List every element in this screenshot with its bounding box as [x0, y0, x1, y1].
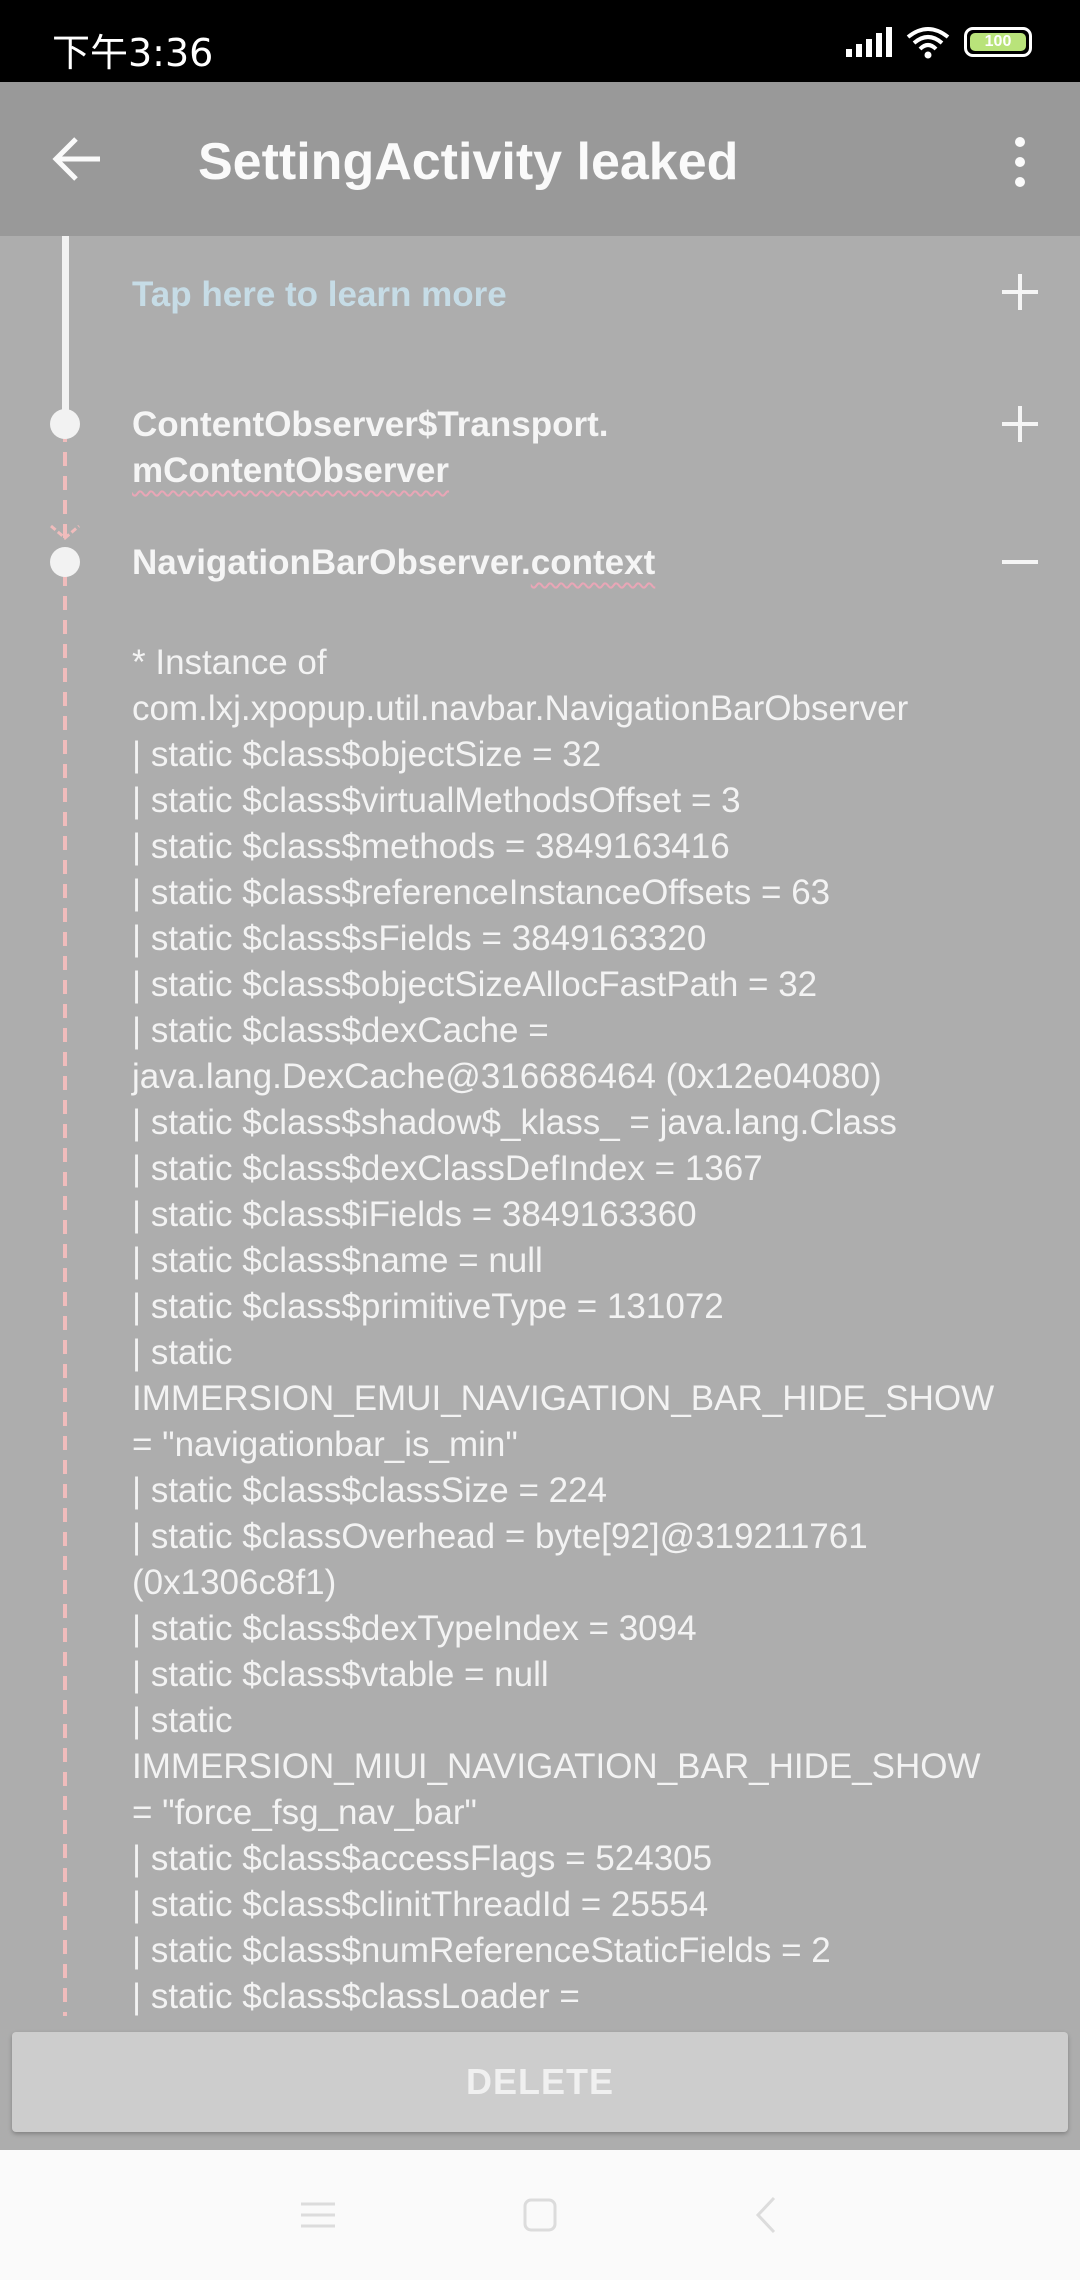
battery-icon: 100	[964, 27, 1032, 57]
signal-icon	[846, 27, 892, 57]
detail-line: IMMERSION_MIUI_NAVIGATION_BAR_HIDE_SHOW	[132, 1747, 981, 1786]
status-time: 下午3:36	[52, 31, 214, 75]
status-bar: 下午3:36 100	[0, 0, 1080, 82]
trace-node-field: mContentObserver	[132, 451, 450, 490]
trace-node-field: context	[530, 543, 656, 582]
detail-line: java.lang.DexCache@316686464 (0x12e04080…	[132, 1057, 882, 1096]
collapse-minus-icon[interactable]	[998, 540, 1042, 584]
system-nav-bar	[0, 2150, 1080, 2280]
status-icons: 100	[846, 24, 1032, 60]
detail-line: | static $class$virtualMethodsOffset = 3	[132, 781, 741, 820]
detail-line: | static $class$name = null	[132, 1241, 543, 1280]
more-options-icon[interactable]	[1000, 132, 1040, 192]
detail-line: | static	[132, 1701, 233, 1740]
detail-line: | static $class$referenceInstanceOffsets…	[132, 873, 831, 912]
detail-line: = "force_fsg_nav_bar"	[132, 1793, 477, 1832]
detail-line: | static $class$primitiveType = 131072	[132, 1287, 724, 1326]
detail-line: | static $class$clinitThreadId = 25554	[132, 1885, 709, 1924]
detail-line: | static $class$numReferenceStaticFields…	[132, 1931, 831, 1970]
expand-plus-icon[interactable]	[998, 270, 1042, 314]
detail-line: (0x1306c8f1)	[132, 1563, 337, 1602]
page-title: SettingActivity leaked	[198, 133, 739, 191]
menu-icon[interactable]	[293, 2190, 343, 2240]
chevron-down-icon	[50, 524, 80, 540]
detail-line: | static $class$classSize = 224	[132, 1471, 608, 1510]
detail-line: = "navigationbar_is_min"	[132, 1425, 518, 1464]
detail-line: | static $class$classLoader =	[132, 1977, 580, 2016]
detail-line: | static $class$objectSize = 32	[132, 735, 602, 774]
detail-line: | static $class$methods = 3849163416	[132, 827, 730, 866]
detail-line: | static $class$sFields = 3849163320	[132, 919, 707, 958]
instance-details: * Instance of com.lxj.xpopup.util.navbar.…	[132, 640, 1032, 2016]
battery-level: 100	[970, 33, 1026, 51]
back-icon[interactable]	[742, 2190, 792, 2240]
detail-line: | static $class$accessFlags = 524305	[132, 1839, 713, 1878]
delete-button[interactable]: DELETE	[12, 2032, 1068, 2132]
detail-line: | static $class$dexCache =	[132, 1011, 549, 1050]
timeline-line	[62, 236, 69, 424]
wifi-icon	[906, 27, 950, 59]
app-bar: SettingActivity leaked	[0, 82, 1080, 236]
detail-line: com.lxj.xpopup.util.navbar.NavigationBar…	[132, 689, 909, 728]
trace-node-content-observer[interactable]: ContentObserver$Transport. mContentObser…	[132, 402, 609, 494]
leak-trace[interactable]: Tap here to learn more ContentObserver$T…	[0, 236, 1080, 2016]
detail-line: | static $class$iFields = 3849163360	[132, 1195, 697, 1234]
timeline-node	[50, 547, 80, 577]
detail-line: | static $class$dexClassDefIndex = 1367	[132, 1149, 763, 1188]
detail-line: | static	[132, 1333, 233, 1372]
detail-line: * Instance of	[132, 643, 327, 682]
detail-line: IMMERSION_EMUI_NAVIGATION_BAR_HIDE_SHOW	[132, 1379, 995, 1418]
detail-line: | static $classOverhead = byte[92]@31921…	[132, 1517, 868, 1556]
back-arrow-icon[interactable]	[44, 124, 114, 194]
detail-line: | static $class$dexTypeIndex = 3094	[132, 1609, 697, 1648]
detail-line: | static $class$objectSizeAllocFastPath …	[132, 965, 818, 1004]
trace-node-class: ContentObserver$Transport.	[132, 405, 609, 444]
trace-node-navigation-bar-observer[interactable]: NavigationBarObserver.context	[132, 540, 655, 586]
timeline-node	[50, 409, 80, 439]
expand-plus-icon[interactable]	[998, 402, 1042, 446]
learn-more-link[interactable]: Tap here to learn more	[132, 272, 507, 318]
home-icon[interactable]	[515, 2190, 565, 2240]
detail-line: | static $class$vtable = null	[132, 1655, 549, 1694]
timeline-leak-line	[63, 428, 67, 2016]
detail-line: | static $class$shadow$_klass_ = java.la…	[132, 1103, 897, 1142]
trace-node-class: NavigationBarObserver.	[132, 543, 531, 582]
